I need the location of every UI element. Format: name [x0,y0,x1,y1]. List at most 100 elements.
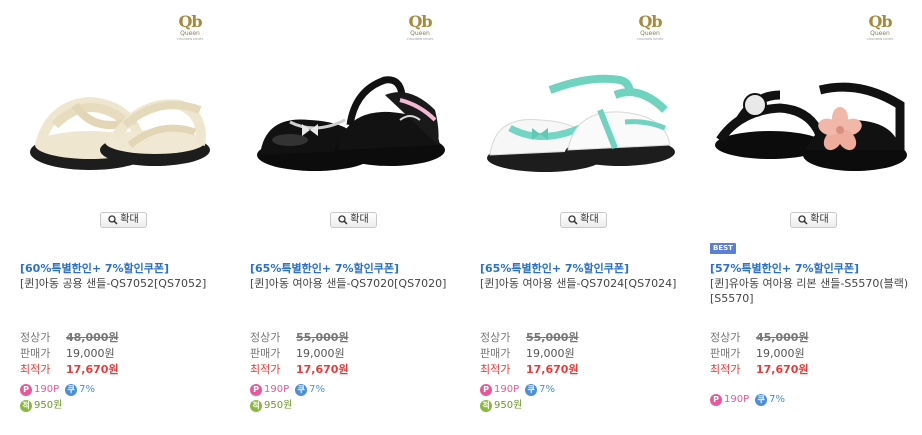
magnifier-icon [798,215,808,225]
product-image[interactable]: Qb Queen CHILDREN SHOES [20,10,220,210]
coupon-icon: 쿠 [65,384,78,396]
benefits: P 190P 쿠 7% 적 950원 [480,382,555,414]
zoom-label: 확대 [350,214,369,225]
savings-icon: 적 [20,400,32,412]
brand-sub: CHILDREN SHOES [866,37,894,41]
regular-price-label: 정상가 [480,331,511,344]
brand-logo: Qb Queen CHILDREN SHOES [398,14,442,44]
sale-price-label: 판매가 [710,347,741,360]
regular-price: 55,000원 [526,331,579,344]
magnifier-icon [338,215,348,225]
product-card: Qb Queen CHILDREN SHOES 확대 [60%특별한인+ 7%할… [0,0,230,435]
magnifier-icon [108,215,118,225]
point-value: 190P [34,384,60,395]
sale-price-label: 판매가 [250,347,281,360]
best-badge: BEST [710,243,736,254]
zoom-label: 확대 [580,214,599,225]
zoom-button[interactable]: 확대 [560,212,607,228]
promo-text[interactable]: [65%특별한인+ 7%할인쿠폰] [480,260,629,276]
savings-value: 950원 [264,400,293,411]
brand-logo: Qb Queen CHILDREN SHOES [858,14,902,44]
product-name[interactable]: [퀸]아동 여아용 샌들-QS7020[QS7020] [250,276,450,291]
zoom-button[interactable]: 확대 [790,212,837,228]
promo-text[interactable]: [60%특별한인+ 7%할인쿠폰] [20,260,169,276]
brand-mark: Qb [638,12,662,31]
sandal-black-bow-image [257,76,445,171]
brand-mark: Qb [408,12,432,31]
price-block: 정상가 55,000원 판매가 19,000원 최적가 17,670원 [480,330,579,378]
benefits: P 190P 쿠 7% [710,392,785,408]
product-grid: Qb Queen CHILDREN SHOES 확대 [60%특별한인+ 7%할… [0,0,922,435]
product-image[interactable]: Qb Queen CHILDREN SHOES [250,10,450,210]
sandal-black-flower-image [715,82,907,171]
price-block: 정상가 55,000원 판매가 19,000원 최적가 17,670원 [250,330,349,378]
product-name[interactable]: [퀸]아동 공용 샌들-QS7052[QS7052] [20,276,220,291]
lowest-price: 17,670원 [66,363,119,376]
product-card: Qb Queen CHILDREN SHOES 확대 BEST [57%특별한인… [690,0,920,435]
lowest-price-label: 최적가 [250,363,281,376]
lowest-price-label: 최적가 [20,363,51,376]
coupon-value: 7% [539,384,555,395]
product-image[interactable]: Qb Queen CHILDREN SHOES [480,10,680,210]
point-value: 190P [724,394,750,405]
product-name[interactable]: [퀸]아동 여아용 샌들-QS7024[QS7024] [480,276,680,291]
sale-price-label: 판매가 [480,347,511,360]
sale-price: 19,000원 [756,347,805,360]
regular-price-label: 정상가 [20,331,51,344]
brand-logo: Qb Queen CHILDREN SHOES [628,14,672,44]
point-icon: P [20,384,32,396]
brand-sub: CHILDREN SHOES [636,37,664,41]
promo-text[interactable]: [57%특별한인+ 7%할인쿠폰] [710,260,859,276]
brand-name: Queen [180,30,200,37]
sale-price: 19,000원 [296,347,345,360]
regular-price: 45,000원 [756,331,809,344]
regular-price: 48,000원 [66,331,119,344]
brand-mark: Qb [178,12,202,31]
price-block: 정상가 48,000원 판매가 19,000원 최적가 17,670원 [20,330,119,378]
brand-sub: CHILDREN SHOES [406,37,434,41]
brand-sub: CHILDREN SHOES [176,37,204,41]
regular-price-label: 정상가 [250,331,281,344]
regular-price: 55,000원 [296,331,349,344]
brand-name: Queen [410,30,430,37]
point-icon: P [710,394,722,406]
sandal-cream-image [30,96,210,170]
point-value: 190P [494,384,520,395]
benefits: P 190P 쿠 7% 적 950원 [20,382,95,414]
sale-price: 19,000원 [66,347,115,360]
zoom-label: 확대 [120,214,139,225]
coupon-icon: 쿠 [295,384,308,396]
regular-price-label: 정상가 [710,331,741,344]
brand-name: Queen [870,30,890,37]
lowest-price: 17,670원 [526,363,579,376]
savings-icon: 적 [480,400,492,412]
sale-price: 19,000원 [526,347,575,360]
lowest-price-label: 최적가 [710,363,741,376]
coupon-icon: 쿠 [525,384,538,396]
product-card: Qb Queen CHILDREN SHOES 확대 [65%특별한인+ 7%할… [230,0,460,435]
savings-value: 950원 [34,400,63,411]
sandal-white-mint-image [487,74,675,172]
savings-icon: 적 [250,400,262,412]
lowest-price: 17,670원 [296,363,349,376]
product-image[interactable]: Qb Queen CHILDREN SHOES [710,10,910,210]
benefits: P 190P 쿠 7% 적 950원 [250,382,325,414]
coupon-icon: 쿠 [755,394,768,406]
brand-name: Queen [640,30,660,37]
coupon-value: 7% [309,384,325,395]
zoom-button[interactable]: 확대 [330,212,377,228]
coupon-value: 7% [769,394,785,405]
lowest-price-label: 최적가 [480,363,511,376]
savings-value: 950원 [494,400,523,411]
promo-text[interactable]: [65%특별한인+ 7%할인쿠폰] [250,260,399,276]
product-name[interactable]: [퀸]유아동 여아용 리본 샌들-S5570(블랙)[S5570] [710,276,910,306]
brand-logo: Qb Queen CHILDREN SHOES [168,14,212,44]
point-value: 190P [264,384,290,395]
lowest-price: 17,670원 [756,363,809,376]
point-icon: P [480,384,492,396]
point-icon: P [250,384,262,396]
brand-mark: Qb [868,12,892,31]
sale-price-label: 판매가 [20,347,51,360]
zoom-button[interactable]: 확대 [100,212,147,228]
coupon-value: 7% [79,384,95,395]
